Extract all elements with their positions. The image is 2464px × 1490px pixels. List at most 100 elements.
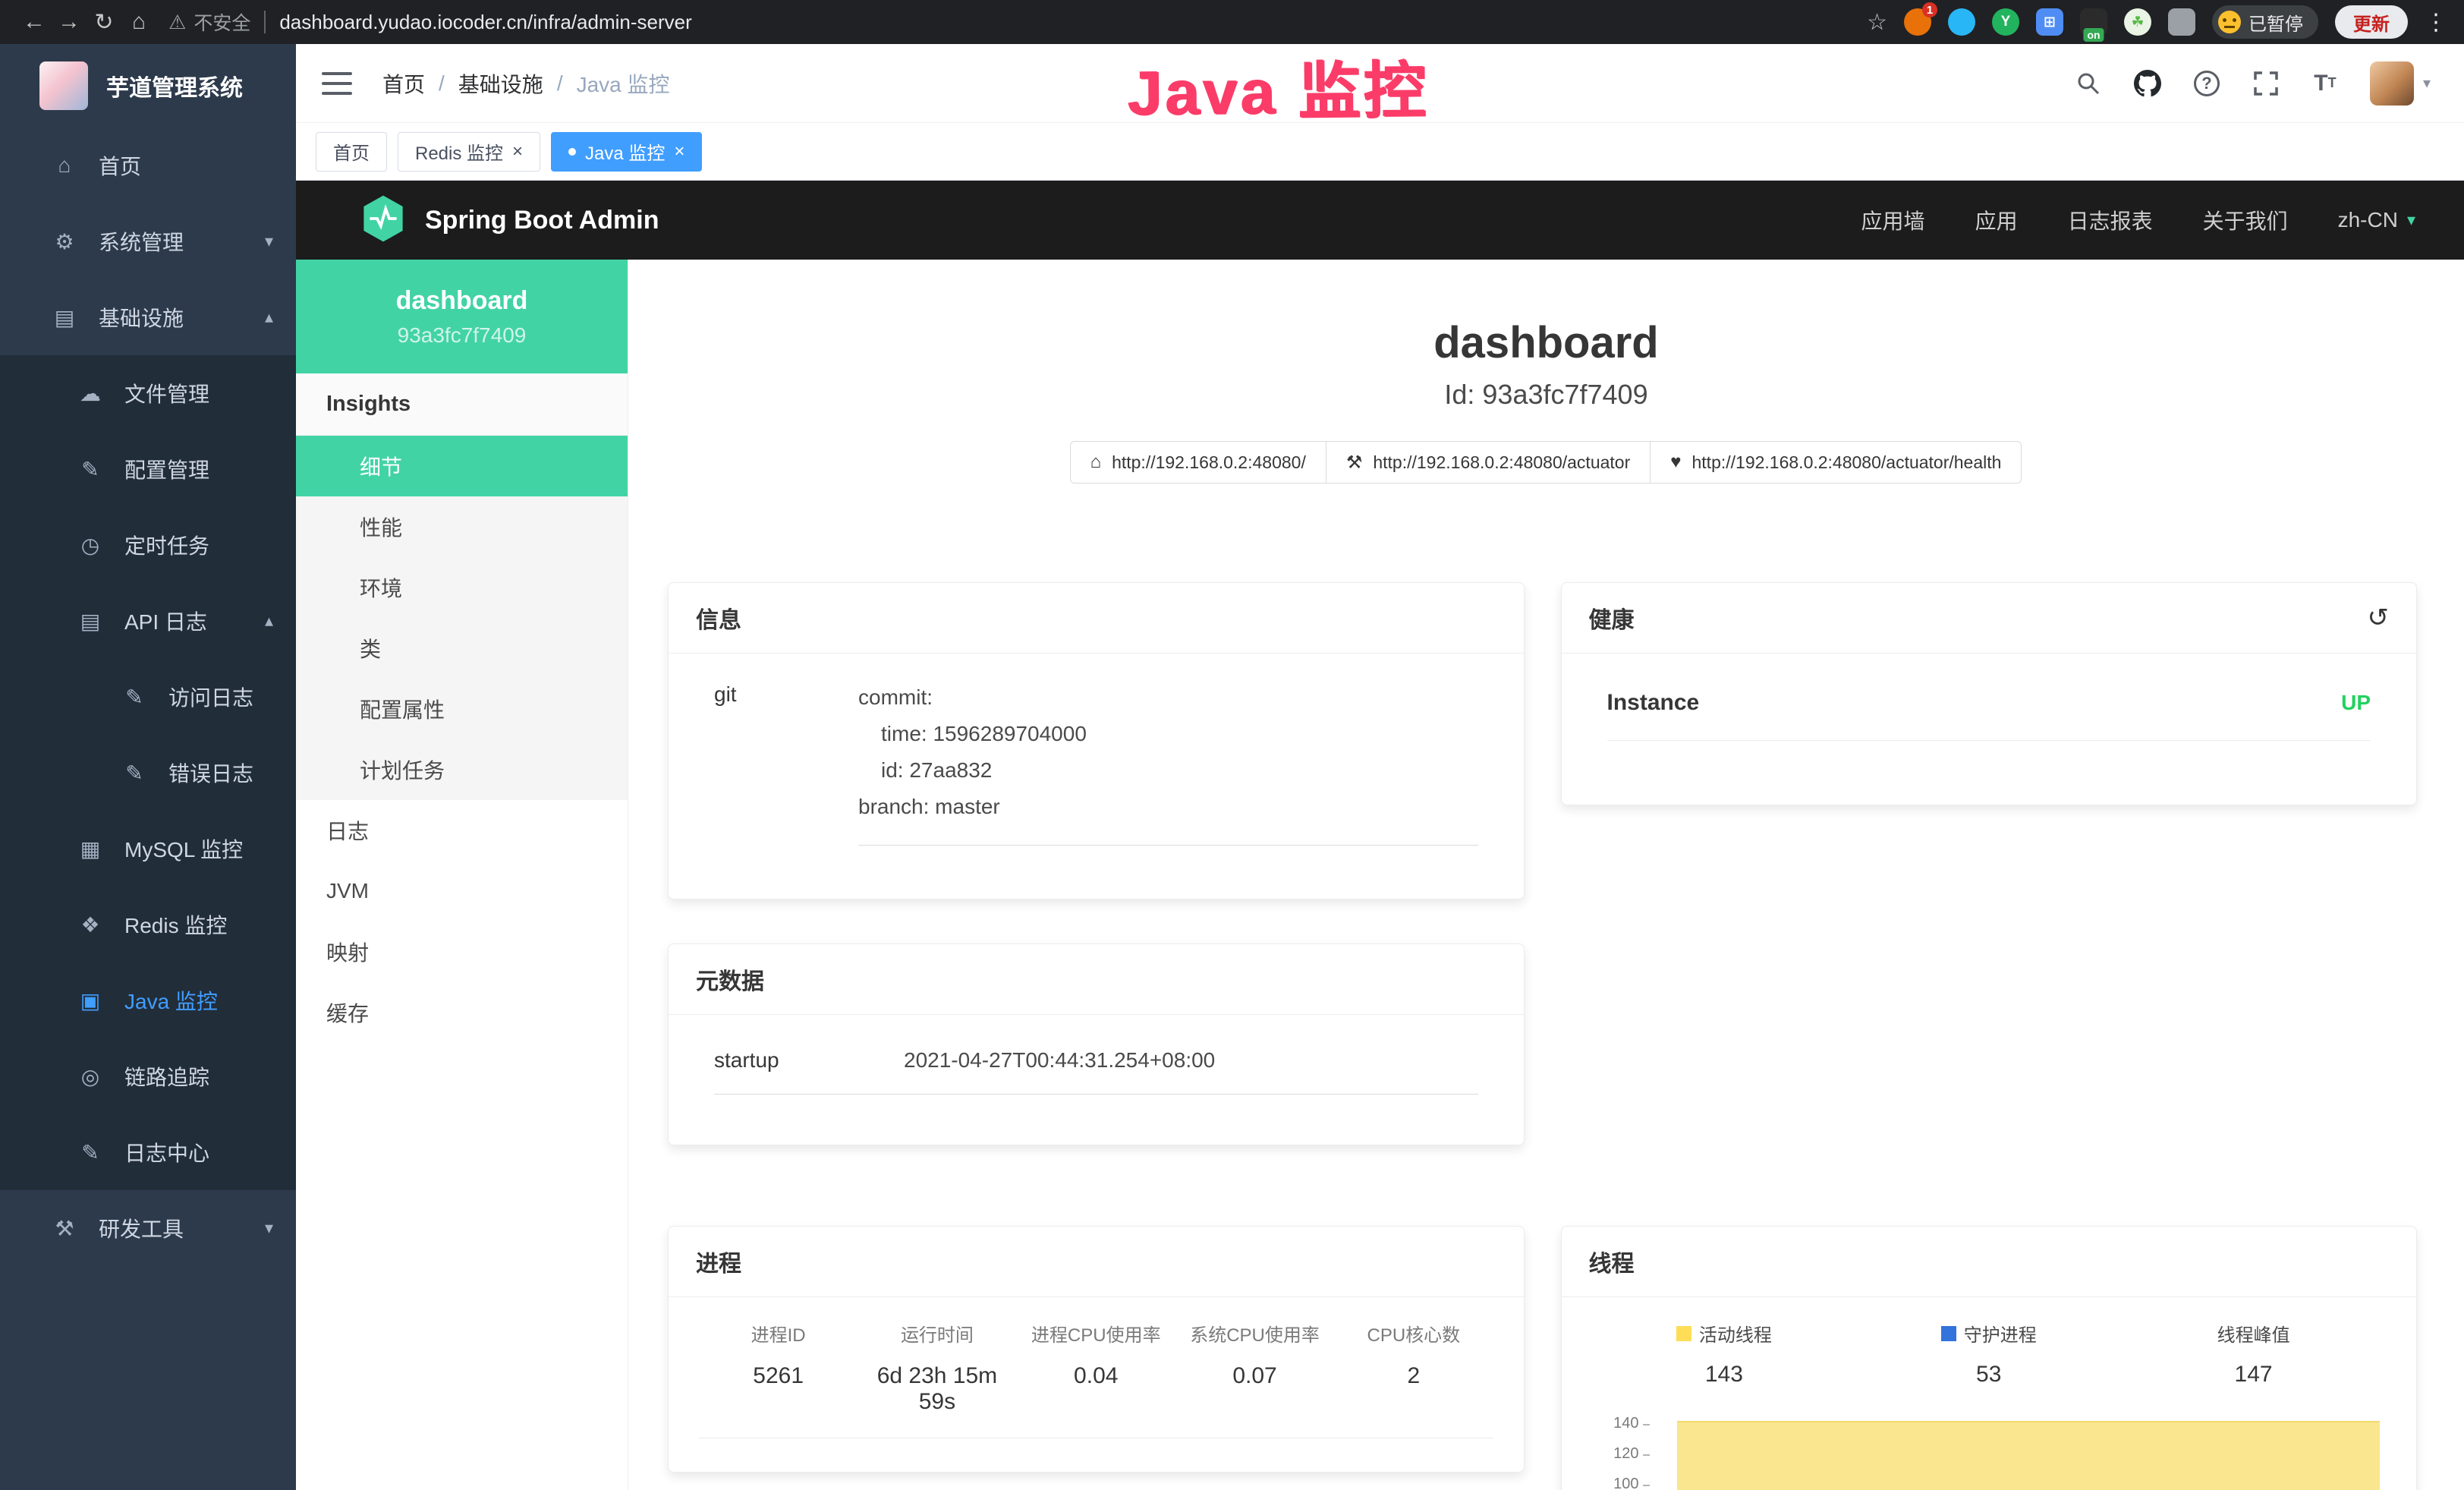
bookmark-star-icon[interactable]: ☆ (1867, 9, 1887, 36)
sidebar-item-config-management[interactable]: ✎ 配置管理 (0, 431, 296, 507)
info-key: git (714, 679, 858, 846)
chart-y-axis: 140 120 100 (1592, 1415, 1650, 1490)
address-divider (264, 11, 266, 33)
sba-item-logs[interactable]: 日志 (296, 800, 628, 861)
sidebar-item-system-management[interactable]: ⚙ 系统管理 ▾ (0, 203, 296, 279)
profile-paused-chip[interactable]: 已暂停 (2212, 5, 2318, 39)
edit-icon: ✎ (76, 457, 105, 482)
home-icon[interactable]: ⌂ (121, 9, 156, 35)
process-column-label: 进程ID (699, 1320, 858, 1347)
sidebar-item-label: API 日志 (124, 606, 207, 636)
info-card-title: 信息 (696, 601, 741, 635)
sba-item-classes[interactable]: 类 (296, 618, 628, 679)
sidebar-item-label: MySQL 监控 (124, 833, 243, 864)
history-icon[interactable]: ↺ (2368, 603, 2390, 633)
breadcrumb-home[interactable]: 首页 (382, 68, 425, 99)
process-column-label: 运行时间 (858, 1320, 1016, 1347)
service-url-button[interactable]: ⌂ http://192.168.0.2:48080/ (1070, 441, 1326, 484)
sidebar-item-api-logs[interactable]: ▤ API 日志 ▴ (0, 583, 296, 659)
actuator-url-button[interactable]: ⚒ http://192.168.0.2:48080/actuator (1326, 441, 1651, 484)
user-menu[interactable]: ▾ (2370, 61, 2431, 106)
sba-nav-applications[interactable]: 应用 (1975, 205, 2018, 235)
sba-logo-icon[interactable] (361, 194, 405, 247)
app-logo[interactable]: 芋道管理系统 (0, 44, 296, 128)
sidebar-item-redis-monitor[interactable]: ❖ Redis 监控 (0, 887, 296, 962)
actuator-url-label: http://192.168.0.2:48080/actuator (1373, 452, 1630, 473)
sba-navbar: Spring Boot Admin 应用墙 应用 日志报表 关于我们 zh-CN… (296, 181, 2464, 260)
sidebar-item-error-logs[interactable]: ✎ 错误日志 (0, 735, 296, 811)
breadcrumb-infrastructure[interactable]: 基础设施 (458, 68, 543, 99)
health-row[interactable]: Instance UP (1607, 690, 2371, 741)
page-title: dashboard (628, 317, 2464, 368)
sba-item-jvm[interactable]: JVM (296, 861, 628, 921)
health-url-button[interactable]: ♥ http://192.168.0.2:48080/actuator/heal… (1650, 441, 2022, 484)
threads-card-title: 线程 (1589, 1245, 1635, 1278)
sba-item-mappings[interactable]: 映射 (296, 921, 628, 982)
close-icon[interactable]: × (512, 143, 523, 161)
sidebar-item-mysql-monitor[interactable]: ▦ MySQL 监控 (0, 811, 296, 887)
sidebar-item-dev-tools[interactable]: ⚒ 研发工具 ▾ (0, 1190, 296, 1266)
sba-section-insights: Insights (296, 373, 628, 436)
sba-item-environment[interactable]: 环境 (296, 557, 628, 618)
extension-icon-orange[interactable]: 1 (1904, 8, 1931, 36)
metadata-card-title: 元数据 (696, 962, 764, 996)
avatar (2370, 61, 2414, 106)
sidebar-item-scheduled-tasks[interactable]: ◷ 定时任务 (0, 507, 296, 583)
metadata-card: 元数据 startup 2021-04-27T00:44:31.254+08:0… (668, 943, 1525, 1145)
github-icon[interactable] (2133, 69, 2162, 98)
cpu-cores-value: 2 (1334, 1363, 1493, 1415)
sidebar-item-log-center[interactable]: ✎ 日志中心 (0, 1114, 296, 1190)
log-icon: ✎ (120, 761, 149, 786)
sba-nav-journal[interactable]: 日志报表 (2068, 205, 2153, 235)
close-icon[interactable]: × (674, 143, 684, 161)
chrome-update-button[interactable]: 更新 (2335, 5, 2408, 39)
back-icon[interactable]: ← (17, 9, 52, 35)
peak-threads-value: 147 (2235, 1362, 2273, 1388)
log-icon: ✎ (76, 1140, 105, 1165)
security-warning-icon: ⚠ (168, 11, 186, 34)
sidebar-item-trace[interactable]: ◎ 链路追踪 (0, 1038, 296, 1114)
sidebar-item-access-logs[interactable]: ✎ 访问日志 (0, 659, 296, 735)
sidebar-toggle-icon[interactable] (322, 72, 352, 95)
font-size-icon[interactable]: TT (2311, 69, 2340, 98)
extension-icon-droplet[interactable] (1948, 8, 1975, 36)
instance-header[interactable]: dashboard 93a3fc7f7409 (296, 260, 628, 373)
sba-item-config-props[interactable]: 配置属性 (296, 679, 628, 739)
sba-brand-title[interactable]: Spring Boot Admin (425, 206, 659, 235)
reload-icon[interactable]: ↻ (87, 9, 121, 36)
tab-java-monitor[interactable]: Java 监控 × (551, 132, 702, 172)
sidebar-item-label: 链路追踪 (124, 1061, 209, 1092)
help-icon[interactable]: ? (2192, 69, 2221, 98)
sba-nav-wallboard[interactable]: 应用墙 (1861, 205, 1925, 235)
sba-item-details[interactable]: 细节 (296, 436, 628, 496)
sidebar-item-home[interactable]: ⌂ 首页 (0, 128, 296, 203)
infrastructure-icon: ▤ (50, 305, 79, 330)
sba-item-performance[interactable]: 性能 (296, 496, 628, 557)
forward-icon[interactable]: → (52, 9, 87, 35)
locale-selector[interactable]: zh-CN ▾ (2338, 208, 2415, 232)
address-bar[interactable]: ⚠ 不安全 dashboard.yudao.iocoder.cn/infra/a… (168, 8, 1867, 36)
sidebar-item-file-management[interactable]: ☁ 文件管理 (0, 355, 296, 431)
sba-nav-about[interactable]: 关于我们 (2203, 205, 2288, 235)
security-warning-label[interactable]: 不安全 (194, 8, 250, 36)
y-tick: 140 (1613, 1415, 1638, 1432)
home-icon: ⌂ (1090, 452, 1102, 473)
extension-icon-grid[interactable]: ⊞ (2036, 8, 2063, 36)
browser-menu-icon[interactable]: ⋮ (2425, 9, 2447, 36)
tab-home[interactable]: 首页 (316, 132, 387, 172)
sidebar-item-java-monitor[interactable]: ▣ Java 监控 (0, 962, 296, 1038)
sba-item-caches[interactable]: 缓存 (296, 982, 628, 1043)
search-icon[interactable] (2074, 69, 2103, 98)
extension-icon-switch[interactable]: on (2080, 8, 2107, 36)
sba-item-scheduled[interactable]: 计划任务 (296, 739, 628, 800)
sidebar-item-infrastructure[interactable]: ▤ 基础设施 ▴ (0, 279, 296, 355)
profile-face-icon (2218, 11, 2241, 33)
extension-icon-green[interactable]: Y (1992, 8, 2019, 36)
health-url-label: http://192.168.0.2:48080/actuator/health (1692, 452, 2002, 473)
tab-redis-monitor[interactable]: Redis 监控 × (398, 132, 540, 172)
url-text[interactable]: dashboard.yudao.iocoder.cn/infra/admin-s… (279, 11, 691, 34)
fullscreen-icon[interactable] (2252, 69, 2280, 98)
extensions-puzzle-icon[interactable] (2168, 8, 2195, 36)
extension-icon-leaf[interactable]: ☘ (2124, 8, 2151, 36)
info-value: commit: time: 1596289704000 id: 27aa832 … (858, 679, 1478, 846)
